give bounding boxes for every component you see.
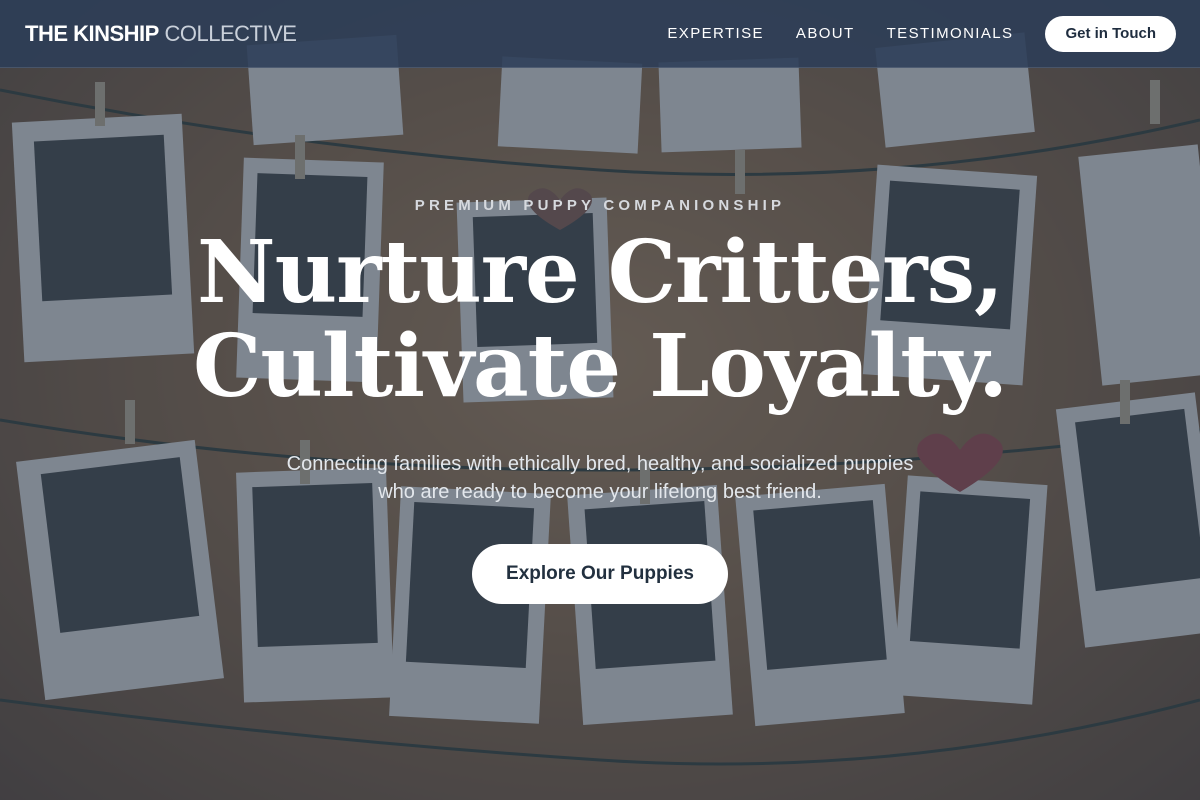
hero-headline-line-1: Nurture Critters, [197,222,1004,323]
brand-name-secondary: COLLECTIVE [164,20,297,46]
hero-section: PREMIUM PUPPY COMPANIONSHIP Nurture Crit… [0,68,1200,800]
hero-headline: Nurture Critters, Cultivate Loyalty. [0,226,1200,414]
hero-eyebrow: PREMIUM PUPPY COMPANIONSHIP [414,197,786,214]
hero-subtitle-line-2: who are ready to become your lifelong be… [378,481,822,503]
explore-puppies-button[interactable]: Explore Our Puppies [472,544,728,604]
nav-link-testimonials[interactable]: TESTIMONIALS [887,25,1014,42]
brand-logo[interactable]: THE KINSHIP COLLECTIVE [25,20,297,47]
nav-link-about[interactable]: ABOUT [796,25,855,42]
hero-subtitle-line-1: Connecting families with ethically bred,… [286,453,914,475]
nav-link-expertise[interactable]: EXPERTISE [667,25,764,42]
get-in-touch-button[interactable]: Get in Touch [1045,15,1176,52]
nav-links: EXPERTISE ABOUT TESTIMONIALS Get in Touc… [667,15,1176,52]
hero-headline-line-2: Cultivate Loyalty. [192,316,1008,417]
landing-page: THE KINSHIP COLLECTIVE EXPERTISE ABOUT T… [0,0,1200,800]
top-navbar: THE KINSHIP COLLECTIVE EXPERTISE ABOUT T… [0,0,1200,68]
brand-name-primary: THE KINSHIP [25,20,159,46]
hero-subtitle: Connecting families with ethically bred,… [260,450,940,506]
